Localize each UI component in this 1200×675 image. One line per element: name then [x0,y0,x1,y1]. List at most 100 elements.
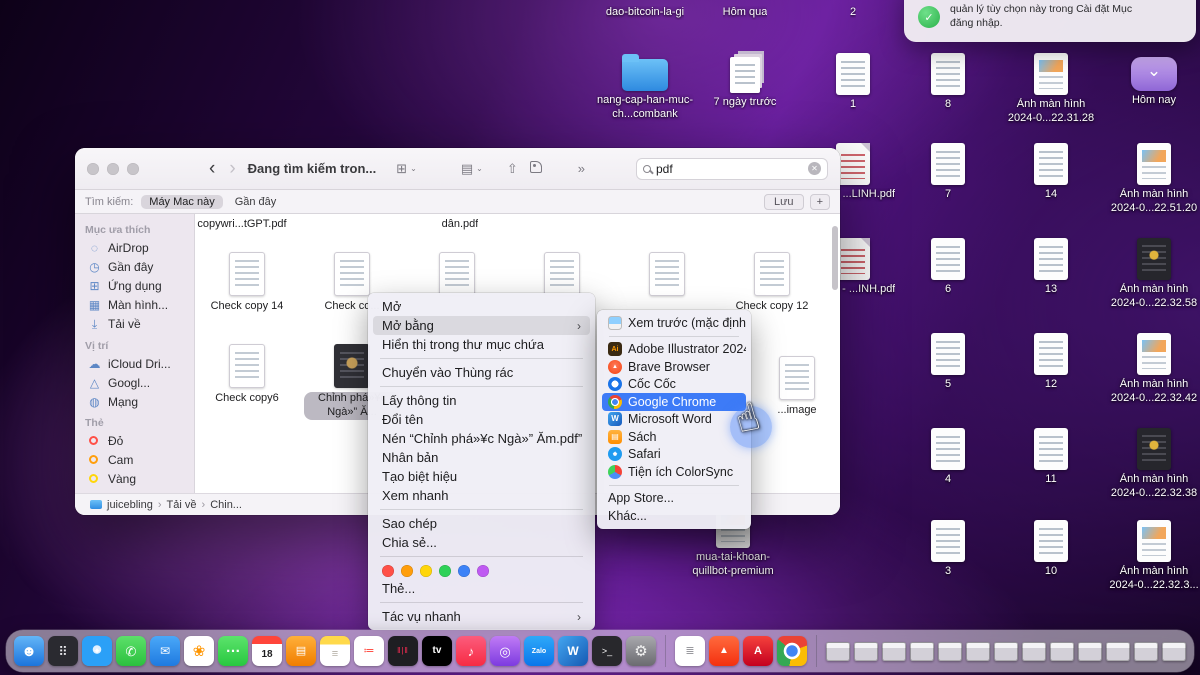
tag-color-dot[interactable] [458,565,470,577]
file-item[interactable]: dân.pdf [410,218,510,232]
menu-tags[interactable]: Thẻ... [373,579,590,598]
back-button[interactable]: ‹ [209,159,215,178]
group-by-button[interactable]: ▤ ⌄ [461,161,483,177]
dock-facetime-icon[interactable]: ✆ [116,636,146,666]
menu-quick-look[interactable]: Xem nhanh [373,486,590,505]
zoom-button[interactable] [127,163,139,175]
scope-this-mac[interactable]: Máy Mac này [141,195,222,209]
add-criteria-button[interactable]: + [810,194,830,210]
sidebar-item-airdrop[interactable]: ◌ AirDrop [79,238,190,257]
dock-chrome-icon[interactable] [777,636,807,666]
dock-books-icon[interactable]: ▤ [286,636,316,666]
desktop-icon[interactable]: 10 [1001,517,1101,579]
menu-show-in-enclosing-folder[interactable]: Hiển thị trong thư mục chứa [373,335,590,354]
dock-messages-icon[interactable]: … [218,636,248,666]
file-item[interactable]: copywri...tGPT.pdf [195,218,292,232]
dock-minimized-window-thumbnail[interactable] [938,642,962,661]
dock-minimized-window-thumbnail[interactable] [966,642,990,661]
desktop-icon[interactable]: Hôm qua [695,6,795,20]
desktop-icon[interactable]: Ảnh màn hình 2024-0...22.31.28 [1001,50,1101,126]
dock-zalo-icon[interactable]: Zalo [524,636,554,666]
vertical-scrollbar[interactable] [832,226,838,290]
tag-color-dot[interactable] [401,565,413,577]
dock-minimized-window-thumbnail[interactable] [1050,642,1074,661]
desktop-icon[interactable]: 2 [803,6,903,20]
desktop-icon[interactable]: 6 [898,235,998,297]
desktop-icon[interactable]: 4 [898,425,998,487]
menu-compress[interactable]: Nén “Chỉnh phá»¥c Ngà»” Ăm.pdf” [373,429,590,448]
submenu-colorsync-utility[interactable]: Tiện ích ColorSync [602,463,746,481]
desktop-icon[interactable]: 14 [1001,140,1101,202]
submenu-google-chrome[interactable]: Google Chrome [602,393,746,411]
submenu-adobe-illustrator[interactable]: Ai Adobe Illustrator 2024 [602,341,746,359]
menu-quick-actions[interactable]: Tác vụ nhanh › [373,607,590,626]
dock-podcasts-icon[interactable]: ◎ [490,636,520,666]
forward-button[interactable]: › [229,159,235,178]
clear-search-button[interactable]: ✕ [808,162,821,175]
sidebar-tag-red[interactable]: Đỏ [79,431,190,450]
breadcrumb-item[interactable]: › Chin... [202,499,242,511]
dock-minimized-window-thumbnail[interactable] [854,642,878,661]
notification-banner[interactable]: ✓ quản lý tùy chọn này trong Cài đặt Mục… [904,0,1196,42]
file-item[interactable]: Check copy 14 [197,252,297,314]
dock-music-icon[interactable]: ♪ [456,636,486,666]
menu-get-info[interactable]: Lấy thông tin [373,391,590,410]
tag-color-dot[interactable] [477,565,489,577]
breadcrumb-item[interactable]: › Tải về [158,499,197,511]
file-item[interactable]: ...image [747,356,840,418]
desktop-icon[interactable]: Ảnh màn hình 2024-0...22.32.3... [1104,517,1200,593]
desktop-icon[interactable]: 5 [898,330,998,392]
dock-tv-icon[interactable]: tv [422,636,452,666]
desktop-icon[interactable]: Ảnh màn hình 2024-0...22.51.20 [1104,140,1200,216]
desktop-icon[interactable]: Ảnh màn hình 2024-0...22.32.42 [1104,330,1200,406]
desktop-icon[interactable]: dao-bitcoin-la-gi [595,6,695,20]
dock-notes-icon[interactable]: ≡ [320,636,350,666]
menu-move-to-trash[interactable]: Chuyển vào Thùng rác [373,363,590,382]
dock-reminders-icon[interactable]: ≔ [354,636,384,666]
sidebar-item-recents[interactable]: ◷ Gần đây [79,257,190,276]
view-mode-button[interactable]: ⊞ ⌄ [396,161,417,177]
file-item[interactable] [617,252,717,300]
dock-minimized-window-thumbnail[interactable] [994,642,1018,661]
submenu-books[interactable]: ▤ Sách [602,428,746,446]
minimize-button[interactable] [107,163,119,175]
sidebar-item-google-drive[interactable]: △ Googl... [79,373,190,392]
dock-divider[interactable] [816,635,817,667]
menu-share[interactable]: Chia sẻ... [373,533,590,552]
sidebar-tag-orange[interactable]: Cam [79,450,190,469]
submenu-other[interactable]: Khác... [602,507,746,525]
desktop-icon[interactable]: 11 [1001,425,1101,487]
save-search-button[interactable]: Lưu [764,194,804,210]
desktop-icon[interactable]: Ảnh màn hình 2024-0...22.32.38 [1104,425,1200,501]
tag-color-dot[interactable] [420,565,432,577]
dock-textedit-icon[interactable]: ≣ [675,636,705,666]
file-item[interactable]: Check copy6 [197,344,297,406]
breadcrumb-item[interactable]: juicebling [85,499,153,511]
dock-mail-icon[interactable]: ✉ [150,636,180,666]
submenu-microsoft-word[interactable]: W Microsoft Word [602,411,746,429]
dock-settings-icon[interactable]: ⚙ [626,636,656,666]
desktop-icon[interactable]: 12 [1001,330,1101,392]
menu-duplicate[interactable]: Nhân bản [373,448,590,467]
desktop-icon[interactable]: Ảnh màn hình 2024-0...22.32.58 [1104,235,1200,311]
dock-word-icon[interactable]: W [558,636,588,666]
dock-minimized-window-thumbnail[interactable] [1078,642,1102,661]
dock-calendar-icon[interactable]: 18 [252,636,282,666]
menu-open-with[interactable]: Mở bằng › [373,316,590,335]
sidebar-item-applications[interactable]: ⊞ Ứng dụng [79,276,190,295]
tag-color-dot[interactable] [439,565,451,577]
desktop-icon[interactable]: Hôm nay [1104,50,1200,108]
search-field[interactable]: ✕ [636,158,828,180]
submenu-preview-default[interactable]: Xem trước (mặc định) [602,314,746,332]
search-input[interactable] [656,162,803,176]
tag-button[interactable] [530,160,542,178]
dock-minimized-window-thumbnail[interactable] [910,642,934,661]
sidebar-item-desktop[interactable]: ▦ Màn hình... [79,295,190,314]
sidebar-item-downloads[interactable]: ⤓ Tải về [79,314,190,334]
desktop-icon[interactable]: 1 [803,50,903,112]
sidebar-item-network[interactable]: ◍ Mạng [79,392,190,411]
dock-divider[interactable] [665,635,666,667]
menu-open[interactable]: Mở [373,297,590,316]
submenu-app-store[interactable]: App Store... [602,490,746,508]
more-toolbar-button[interactable]: » [578,162,585,175]
